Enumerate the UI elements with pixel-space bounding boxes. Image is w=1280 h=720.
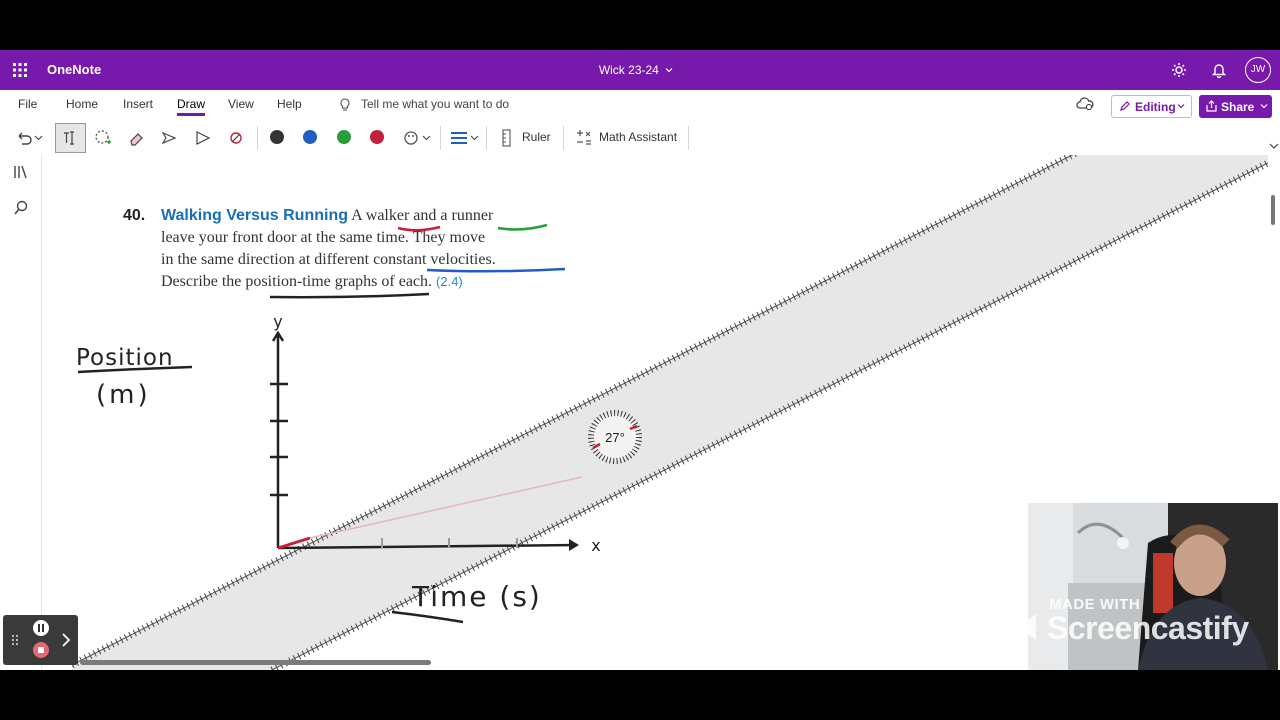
divider [257, 126, 258, 150]
position-time-underline [269, 292, 430, 299]
editing-mode-button[interactable]: Editing [1111, 95, 1192, 118]
type-select-tool[interactable] [55, 123, 86, 153]
runner-underline [497, 223, 548, 231]
eraser-icon[interactable] [127, 128, 147, 148]
navigation-rail [0, 155, 42, 670]
notebook-title-text[interactable]: Wick 23-24 [599, 63, 659, 77]
tab-home[interactable]: Home [66, 97, 98, 111]
rainbow-pen-icon[interactable] [401, 128, 421, 148]
time-label: Time (s) [411, 580, 542, 613]
chevron-down-icon[interactable] [34, 134, 43, 142]
tab-insert[interactable]: Insert [123, 97, 153, 111]
tab-draw[interactable]: Draw [177, 97, 206, 116]
divider [563, 126, 564, 150]
chevron-down-icon [1260, 104, 1268, 109]
pen-black[interactable] [270, 130, 284, 144]
divider [486, 126, 487, 150]
pencil-icon [1120, 101, 1130, 111]
tab-file[interactable]: File [18, 97, 37, 111]
pen-blue[interactable] [303, 130, 317, 144]
math-assistant-icon[interactable] [574, 128, 594, 148]
lasso-text-icon [64, 131, 74, 145]
walker-underline [397, 225, 441, 232]
pen-red[interactable] [370, 130, 384, 144]
settings-gear-icon[interactable] [1170, 61, 1188, 79]
line-style-icon[interactable] [449, 128, 469, 148]
tell-me-search[interactable]: Tell me what you want to do [361, 97, 509, 111]
chevron-down-icon[interactable] [1269, 141, 1279, 151]
share-button[interactable]: Share [1199, 95, 1272, 118]
share-icon [1206, 100, 1217, 112]
ruler-icon[interactable] [497, 128, 517, 148]
screencastify-watermark: MADE WITH Screencastify [990, 596, 1270, 656]
expand-arrow-icon[interactable] [59, 631, 73, 649]
chevron-down-icon [1177, 104, 1185, 109]
notebook-title[interactable]: Wick 23-24 [0, 63, 1272, 77]
highlighter-icon[interactable] [193, 128, 213, 148]
stop-recording-button[interactable] [33, 642, 49, 658]
notifications-bell-icon[interactable] [1210, 61, 1228, 79]
lasso-select-icon[interactable] [93, 128, 113, 148]
lightbulb-icon [340, 98, 350, 111]
x-axis-arrowhead [569, 539, 579, 551]
pen-tool-icon[interactable] [160, 128, 180, 148]
chevron-down-icon[interactable] [470, 134, 479, 142]
pause-icon [38, 624, 44, 632]
divider [440, 126, 441, 150]
meters-label: (m) [96, 380, 151, 410]
ink-to-shape-icon[interactable] [226, 128, 246, 148]
editing-label: Editing [1135, 100, 1176, 114]
scrollbar-thumb[interactable] [1271, 195, 1275, 225]
pen-green[interactable] [337, 130, 351, 144]
notebooks-library-icon[interactable] [12, 163, 30, 181]
tab-view[interactable]: View [228, 97, 254, 111]
chevron-down-icon[interactable] [665, 66, 673, 74]
screencastify-logo-icon [992, 614, 1036, 640]
brand-name: Screencastify [1047, 610, 1249, 646]
user-avatar[interactable]: JW [1245, 57, 1271, 83]
share-label: Share [1221, 100, 1255, 114]
ribbon-tabs: File Home Insert Draw View Help Tell me … [0, 90, 1280, 120]
pause-recording-button[interactable] [33, 620, 49, 636]
chevron-down-icon[interactable] [422, 134, 431, 142]
time-label-underline [391, 610, 464, 624]
ruler-angle-readout: 27° [605, 430, 625, 445]
draw-toolbar: Ruler Math Assistant [0, 120, 1280, 156]
stop-icon [38, 647, 44, 653]
tab-help[interactable]: Help [277, 97, 302, 111]
y-letter: y [273, 312, 282, 331]
horizontal-scrollbar[interactable] [80, 660, 431, 665]
recording-controls [3, 615, 78, 665]
constant-velocities-underline [426, 267, 566, 273]
ruler-label[interactable]: Ruler [522, 130, 551, 144]
undo-icon[interactable] [14, 128, 34, 148]
app-header: OneNote Wick 23-24 JW [0, 50, 1280, 90]
math-assistant-label[interactable]: Math Assistant [599, 130, 677, 144]
divider [688, 126, 689, 150]
drag-handle-icon[interactable] [11, 634, 19, 646]
sync-status-icon[interactable] [1076, 96, 1094, 112]
search-icon[interactable] [12, 199, 30, 217]
x-letter: x [591, 536, 600, 555]
